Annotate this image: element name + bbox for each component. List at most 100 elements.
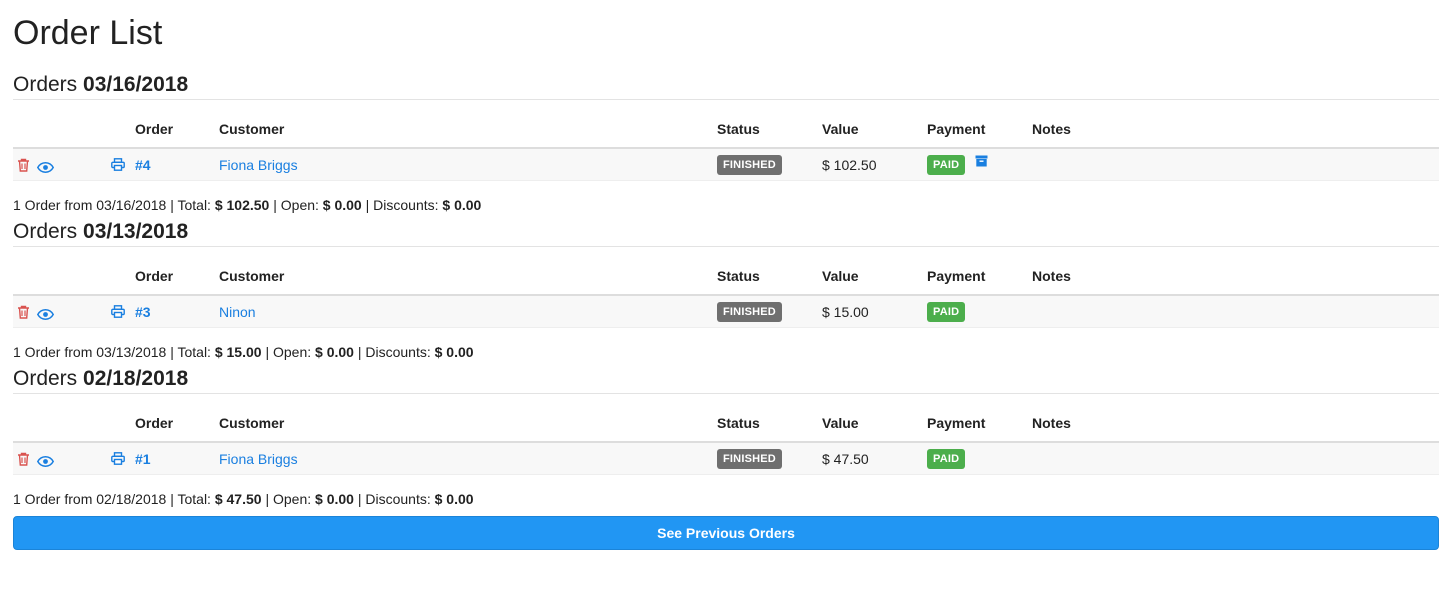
order-notes bbox=[1032, 148, 1439, 181]
summary-open: $ 0.00 bbox=[322, 197, 362, 213]
order-value: $ 15.00 bbox=[822, 295, 927, 328]
customer-header: Customer bbox=[219, 268, 717, 296]
payment-header: Payment bbox=[927, 415, 1032, 443]
printer-icon[interactable] bbox=[111, 452, 125, 468]
table-header-row: Order Customer Status Value Payment Note… bbox=[13, 121, 1439, 149]
table-row: #4 Fiona Briggs FINISHED $ 102.50 PAID bbox=[13, 148, 1439, 181]
summary-total-label: Total: bbox=[177, 344, 211, 360]
summary-count: 1 Order from 03/13/2018 bbox=[13, 344, 167, 360]
value-header: Value bbox=[822, 121, 927, 149]
status-header: Status bbox=[717, 121, 822, 149]
day-summary: 1 Order from 03/16/2018 | Total: $ 102.5… bbox=[13, 197, 482, 213]
order-value: $ 102.50 bbox=[822, 148, 927, 181]
section-title: Orders 03/13/2018 bbox=[13, 219, 1439, 247]
section-title: Orders 03/16/2018 bbox=[13, 56, 1439, 100]
status-header: Status bbox=[717, 415, 822, 443]
section-date: 03/13/2018 bbox=[83, 220, 189, 243]
notes-header: Notes bbox=[1032, 268, 1439, 296]
orders-day-section: Orders 03/13/2018 Order Customer Status … bbox=[13, 219, 1439, 366]
page-title: Order List bbox=[13, 14, 163, 52]
order-value: $ 47.50 bbox=[822, 442, 927, 475]
archive-icon[interactable] bbox=[975, 154, 988, 170]
section-date: 02/18/2018 bbox=[83, 367, 189, 390]
table-header-row: Order Customer Status Value Payment Note… bbox=[13, 268, 1439, 296]
summary-open: $ 0.00 bbox=[315, 344, 354, 360]
eye-icon[interactable] bbox=[36, 454, 55, 470]
customer-link[interactable]: Fiona Briggs bbox=[219, 451, 298, 467]
eye-icon[interactable] bbox=[36, 307, 55, 323]
orders-day-section: Orders 03/16/2018 Order Customer Status … bbox=[13, 56, 1439, 219]
eye-icon[interactable] bbox=[36, 160, 55, 176]
value-header: Value bbox=[822, 268, 927, 296]
summary-discounts-label: Discounts: bbox=[373, 197, 439, 213]
summary-total: $ 102.50 bbox=[214, 197, 270, 213]
status-badge: FINISHED bbox=[717, 448, 782, 469]
order-list-page: Order List Orders 03/16/2018 Order Custo… bbox=[0, 0, 1443, 550]
section-title-prefix: Orders bbox=[13, 367, 78, 390]
table-row: #3 Ninon FINISHED $ 15.00 PAID bbox=[13, 295, 1439, 328]
printer-icon[interactable] bbox=[111, 305, 125, 321]
notes-header: Notes bbox=[1032, 121, 1439, 149]
summary-total-label: Total: bbox=[177, 197, 211, 213]
orders-day-section: Orders 02/18/2018 Order Customer Status … bbox=[13, 366, 1439, 513]
summary-total: $ 47.50 bbox=[214, 491, 262, 507]
summary-total-label: Total: bbox=[177, 491, 211, 507]
order-header: Order bbox=[135, 121, 219, 149]
section-title: Orders 02/18/2018 bbox=[13, 366, 1439, 394]
summary-open-label: Open: bbox=[272, 344, 312, 360]
orders-table: Order Customer Status Value Payment Note… bbox=[13, 415, 1439, 475]
summary-discounts-label: Discounts: bbox=[365, 344, 431, 360]
actions-header bbox=[13, 121, 135, 149]
row-actions-cell bbox=[13, 148, 135, 181]
day-summary: 1 Order from 02/18/2018 | Total: $ 47.50… bbox=[13, 491, 474, 507]
summary-count: 1 Order from 02/18/2018 bbox=[13, 491, 167, 507]
trash-icon[interactable] bbox=[17, 158, 30, 175]
customer-link[interactable]: Fiona Briggs bbox=[219, 157, 298, 173]
payment-header: Payment bbox=[927, 121, 1032, 149]
summary-discounts: $ 0.00 bbox=[434, 491, 474, 507]
status-badge: FINISHED bbox=[717, 301, 782, 322]
payment-badge: PAID bbox=[927, 301, 966, 322]
table-row: #1 Fiona Briggs FINISHED $ 47.50 PAID bbox=[13, 442, 1439, 475]
actions-header bbox=[13, 268, 135, 296]
actions-header bbox=[13, 415, 135, 443]
table-header-row: Order Customer Status Value Payment Note… bbox=[13, 415, 1439, 443]
section-title-prefix: Orders bbox=[13, 73, 78, 96]
summary-open: $ 0.00 bbox=[315, 491, 354, 507]
customer-header: Customer bbox=[219, 121, 717, 149]
summary-count: 1 Order from 03/16/2018 bbox=[13, 197, 167, 213]
payment-badge: PAID bbox=[927, 448, 966, 469]
order-header: Order bbox=[135, 268, 219, 296]
order-header: Order bbox=[135, 415, 219, 443]
printer-icon[interactable] bbox=[111, 158, 125, 174]
trash-icon[interactable] bbox=[17, 452, 30, 469]
summary-total: $ 15.00 bbox=[214, 344, 262, 360]
status-badge: FINISHED bbox=[717, 154, 782, 175]
trash-icon[interactable] bbox=[17, 305, 30, 322]
summary-open-label: Open: bbox=[280, 197, 319, 213]
status-header: Status bbox=[717, 268, 822, 296]
summary-discounts: $ 0.00 bbox=[442, 197, 482, 213]
order-notes bbox=[1032, 295, 1439, 328]
section-title-prefix: Orders bbox=[13, 220, 78, 243]
payment-badge: PAID bbox=[927, 154, 966, 175]
order-number-link[interactable]: #1 bbox=[135, 451, 151, 467]
row-actions-cell bbox=[13, 295, 135, 328]
order-number-link[interactable]: #4 bbox=[135, 157, 151, 173]
order-number-link[interactable]: #3 bbox=[135, 304, 151, 320]
summary-discounts: $ 0.00 bbox=[434, 344, 474, 360]
payment-header: Payment bbox=[927, 268, 1032, 296]
see-previous-orders-button[interactable]: See Previous Orders bbox=[13, 516, 1439, 550]
summary-discounts-label: Discounts: bbox=[365, 491, 431, 507]
customer-header: Customer bbox=[219, 415, 717, 443]
section-date: 03/16/2018 bbox=[83, 73, 189, 96]
value-header: Value bbox=[822, 415, 927, 443]
orders-table: Order Customer Status Value Payment Note… bbox=[13, 268, 1439, 328]
day-summary: 1 Order from 03/13/2018 | Total: $ 15.00… bbox=[13, 344, 474, 360]
notes-header: Notes bbox=[1032, 415, 1439, 443]
summary-open-label: Open: bbox=[272, 491, 312, 507]
orders-table: Order Customer Status Value Payment Note… bbox=[13, 121, 1439, 181]
row-actions-cell bbox=[13, 442, 135, 475]
order-notes bbox=[1032, 442, 1439, 475]
customer-link[interactable]: Ninon bbox=[219, 304, 256, 320]
